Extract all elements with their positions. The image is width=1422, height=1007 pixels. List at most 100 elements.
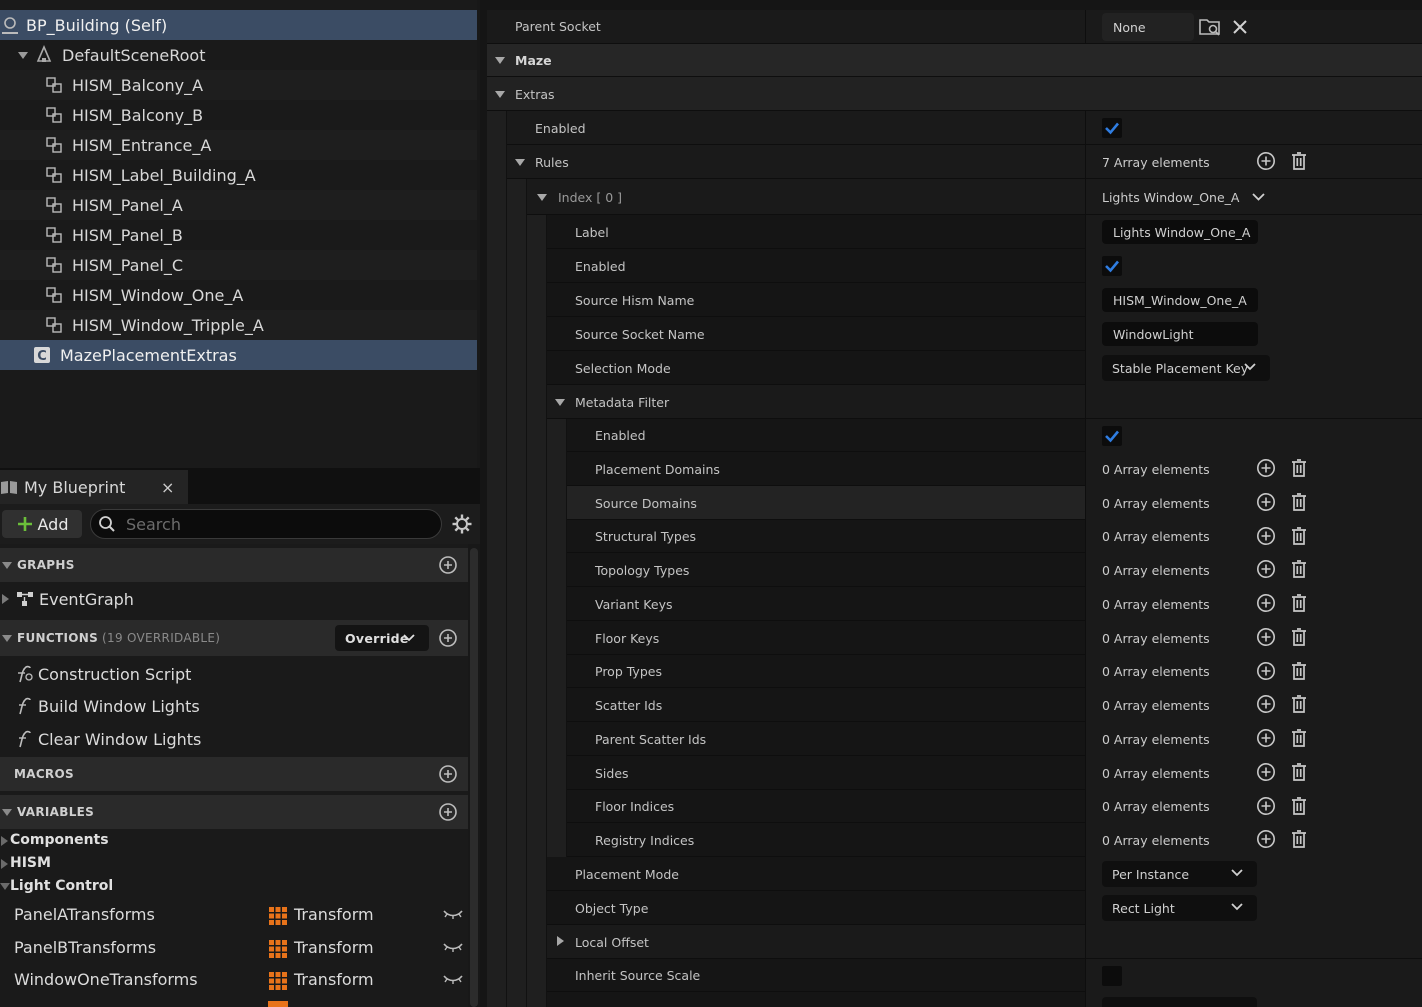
trash-icon[interactable] <box>1289 661 1309 685</box>
variables-section-header[interactable]: VARIABLES <box>0 795 468 829</box>
trash-icon[interactable] <box>1289 151 1309 175</box>
row-metadata-filter[interactable]: Metadata Filter <box>487 385 1422 419</box>
category-maze[interactable]: Maze <box>487 44 1422 77</box>
collapse-arrow-icon[interactable] <box>2 634 12 642</box>
add-element-icon[interactable] <box>1256 694 1276 718</box>
add-macro-icon[interactable] <box>438 764 458 784</box>
add-element-icon[interactable] <box>1256 728 1276 752</box>
component-item[interactable]: HISM_Panel_A <box>0 190 477 220</box>
visibility-eye-closed-icon[interactable] <box>442 972 464 986</box>
add-element-icon[interactable] <box>1256 593 1276 617</box>
collapse-arrow-icon[interactable] <box>2 561 12 569</box>
collapse-arrow-icon[interactable] <box>0 883 10 890</box>
component-item[interactable]: HISM_Window_Tripple_A <box>0 310 477 340</box>
component-root[interactable]: BP_Building (Self) <box>0 10 477 40</box>
search-input[interactable] <box>124 513 428 535</box>
placement-mode-dropdown[interactable]: Per Instance <box>1102 861 1257 887</box>
tab-my-blueprint[interactable]: My Blueprint × <box>0 470 188 504</box>
trash-icon[interactable] <box>1289 492 1309 516</box>
function-item[interactable]: Clear Window Lights <box>0 723 468 755</box>
component-selected[interactable]: C MazePlacementExtras <box>0 340 477 370</box>
add-element-icon[interactable] <box>1256 526 1276 550</box>
add-element-icon[interactable] <box>1256 559 1276 583</box>
row-local-offset[interactable]: Local Offset <box>487 925 1422 959</box>
trash-icon[interactable] <box>1289 627 1309 651</box>
component-item[interactable]: HISM_Entrance_A <box>0 130 477 160</box>
chevron-down-icon[interactable] <box>1252 193 1265 201</box>
variable-row[interactable]: PanelBTransforms Transform <box>0 932 468 964</box>
add-element-icon[interactable] <box>1256 762 1276 786</box>
component-item[interactable]: HISM_Panel_B <box>0 220 477 250</box>
function-item[interactable]: Build Window Lights <box>0 690 468 722</box>
variable-category-hism[interactable]: HISM <box>1 855 51 871</box>
variable-category-components[interactable]: Components <box>1 832 109 848</box>
function-item[interactable]: Construction Script <box>0 658 468 690</box>
graphs-section-header[interactable]: GRAPHS <box>0 548 468 582</box>
source-socket-input[interactable]: WindowLight <box>1102 322 1258 346</box>
graph-item-eventgraph[interactable]: EventGraph <box>0 583 468 615</box>
add-element-icon[interactable] <box>1256 829 1276 853</box>
expand-arrow-icon[interactable] <box>18 51 28 59</box>
extras-enabled-checkbox[interactable] <box>1102 118 1122 138</box>
partial-field[interactable] <box>1102 997 1257 1007</box>
search-field[interactable] <box>90 509 442 539</box>
add-element-icon[interactable] <box>1256 661 1276 685</box>
row-index-0[interactable]: Index [ 0 ] Lights Window_One_A <box>487 179 1422 215</box>
trash-icon[interactable] <box>1289 762 1309 786</box>
blueprint-scrollbar[interactable] <box>470 548 478 1007</box>
parent-socket-field[interactable]: None <box>1102 13 1194 41</box>
expand-arrow-icon[interactable] <box>1 859 8 869</box>
add-button[interactable]: Add <box>2 510 82 538</box>
rule-enabled-checkbox[interactable] <box>1102 256 1122 276</box>
browse-socket-icon[interactable] <box>1199 17 1221 37</box>
expand-arrow-icon[interactable] <box>1 836 8 846</box>
expand-arrow-icon[interactable] <box>557 936 564 946</box>
collapse-arrow-icon[interactable] <box>2 808 12 816</box>
component-item[interactable]: HISM_Balcony_B <box>0 100 477 130</box>
trash-icon[interactable] <box>1289 694 1309 718</box>
component-scene-root[interactable]: DefaultSceneRoot <box>0 40 477 70</box>
visibility-eye-closed-icon[interactable] <box>442 940 464 954</box>
variable-row[interactable]: PanelATransforms Transform <box>0 899 468 931</box>
add-function-icon[interactable] <box>438 628 458 648</box>
trash-icon[interactable] <box>1289 829 1309 853</box>
macros-section-header[interactable]: MACROS <box>0 757 468 791</box>
visibility-eye-closed-icon[interactable] <box>442 907 464 921</box>
label-input[interactable]: Lights Window_One_A <box>1102 220 1258 244</box>
component-item[interactable]: HISM_Balcony_A <box>0 70 477 100</box>
add-variable-icon[interactable] <box>438 802 458 822</box>
mf-enabled-checkbox[interactable] <box>1102 426 1122 446</box>
add-element-icon[interactable] <box>1256 458 1276 482</box>
expand-arrow-icon[interactable] <box>2 594 9 604</box>
trash-icon[interactable] <box>1289 796 1309 820</box>
trash-icon[interactable] <box>1289 458 1309 482</box>
component-item[interactable]: HISM_Label_Building_A <box>0 160 477 190</box>
add-element-icon[interactable] <box>1256 492 1276 516</box>
object-type-dropdown[interactable]: Rect Light <box>1102 895 1257 921</box>
inherit-scale-checkbox[interactable] <box>1102 966 1122 986</box>
component-item[interactable]: HISM_Window_One_A <box>0 280 477 310</box>
override-dropdown[interactable]: Override <box>335 625 429 651</box>
close-icon[interactable]: × <box>161 478 174 497</box>
variable-row[interactable]: WindowOneTransforms Transform <box>0 964 468 996</box>
row-extras[interactable]: Extras <box>487 77 1422 111</box>
collapse-arrow-icon[interactable] <box>555 399 565 406</box>
add-element-icon[interactable] <box>1256 627 1276 651</box>
source-hism-input[interactable]: HISM_Window_One_A <box>1102 288 1258 312</box>
settings-gear-icon[interactable] <box>451 513 473 535</box>
trash-icon[interactable] <box>1289 559 1309 583</box>
add-element-icon[interactable] <box>1256 151 1276 175</box>
collapse-arrow-icon[interactable] <box>495 57 505 64</box>
selection-mode-dropdown[interactable]: Stable Placement Key <box>1102 355 1270 381</box>
trash-icon[interactable] <box>1289 593 1309 617</box>
trash-icon[interactable] <box>1289 526 1309 550</box>
collapse-arrow-icon[interactable] <box>515 159 525 166</box>
add-element-icon[interactable] <box>1256 796 1276 820</box>
row-rules[interactable]: Rules 7 Array elements <box>487 145 1422 179</box>
trash-icon[interactable] <box>1289 728 1309 752</box>
variable-category-light-control[interactable]: Light Control <box>0 878 113 894</box>
functions-section-header[interactable]: FUNCTIONS (19 OVERRIDABLE) Override <box>0 620 468 656</box>
collapse-arrow-icon[interactable] <box>537 194 547 201</box>
clear-x-icon[interactable] <box>1232 19 1248 35</box>
component-item[interactable]: HISM_Panel_C <box>0 250 477 280</box>
